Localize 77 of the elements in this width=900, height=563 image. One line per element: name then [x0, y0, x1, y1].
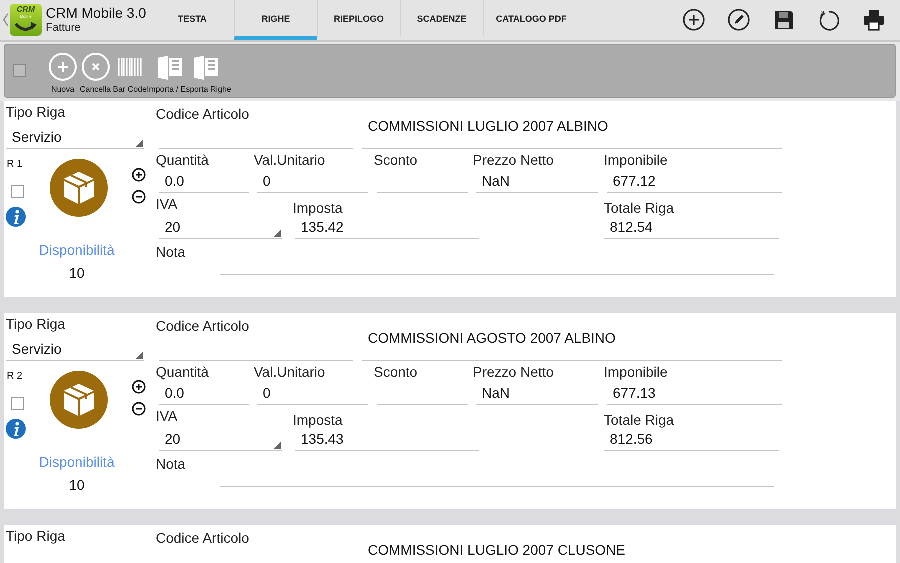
- field-label: Totale Riga: [604, 411, 676, 429]
- field-label: Quantità: [156, 363, 210, 381]
- checkbox[interactable]: [11, 185, 24, 198]
- plus-icon[interactable]: [132, 380, 146, 394]
- field-label: Imposta: [293, 411, 344, 429]
- input-field[interactable]: 135.43: [295, 429, 479, 451]
- input-field[interactable]: 0.0: [159, 381, 249, 405]
- input-field[interactable]: 0.0: [159, 169, 249, 193]
- field-label: Totale Riga: [604, 199, 676, 217]
- toolbar-button[interactable]: Importa / Esporta Righe: [146, 52, 232, 94]
- tab[interactable]: RIEPILOGO: [317, 0, 400, 40]
- add-icon[interactable]: [682, 8, 706, 32]
- field-label: Tipo Riga: [6, 315, 66, 333]
- input-field[interactable]: 0: [257, 169, 368, 193]
- input-field[interactable]: 812.54: [604, 217, 779, 239]
- logo-text: CRM: [16, 5, 36, 14]
- availability-value: 10: [68, 476, 86, 494]
- arrow-icon[interactable]: [14, 20, 38, 34]
- toolbar-button[interactable]: Bar Code: [113, 52, 147, 94]
- field-label: Imponibile: [604, 363, 669, 381]
- input-field[interactable]: 135.42: [295, 217, 479, 239]
- field-label: Codice Articolo: [156, 317, 250, 335]
- tab[interactable]: SCADENZE: [400, 0, 483, 40]
- field-label: IVA: [156, 407, 179, 425]
- input-field[interactable]: 677.13: [607, 381, 782, 405]
- field-label: Nota: [156, 455, 186, 473]
- field-label: Prezzo Netto: [473, 151, 555, 169]
- field-label: Prezzo Netto: [473, 363, 555, 381]
- undo-icon[interactable]: [817, 8, 841, 32]
- plus-icon[interactable]: [132, 168, 146, 182]
- info-icon[interactable]: [6, 419, 26, 439]
- back-icon[interactable]: [3, 13, 9, 27]
- print-icon[interactable]: [862, 8, 886, 32]
- dropdown[interactable]: 20: [159, 425, 282, 451]
- tab[interactable]: CATALOGO PDF: [483, 0, 579, 40]
- toolbar-button[interactable]: Cancella: [80, 52, 112, 94]
- input-field[interactable]: 677.12: [607, 169, 782, 193]
- field-label: Codice Articolo: [156, 105, 250, 123]
- input-field[interactable]: 0: [257, 381, 368, 405]
- field-label: Quantità: [156, 151, 210, 169]
- package-icon[interactable]: [50, 371, 108, 429]
- pencil-icon[interactable]: [727, 8, 751, 32]
- field-label: Sconto: [374, 363, 419, 381]
- field-label: Sconto: [374, 151, 419, 169]
- dropdown[interactable]: Servizio: [6, 123, 144, 149]
- minus-icon[interactable]: [132, 402, 146, 416]
- field-label: Codice Articolo: [156, 529, 250, 547]
- save-icon[interactable]: [772, 8, 796, 32]
- field-label: Imposta: [293, 199, 344, 217]
- dropdown[interactable]: Servizio: [6, 335, 144, 361]
- field-label: Imponibile: [604, 151, 669, 169]
- checkbox[interactable]: [11, 397, 24, 410]
- field-label: Tipo Riga: [6, 103, 66, 121]
- info-icon[interactable]: [6, 207, 26, 227]
- toolbar-button[interactable]: Nuova: [48, 52, 78, 94]
- field-label: IVA: [156, 195, 179, 213]
- tab[interactable]: TESTA: [151, 0, 234, 40]
- row-number: R 2: [7, 371, 23, 383]
- availability-value: 10: [68, 264, 86, 282]
- row-number: R 1: [7, 159, 23, 171]
- field-label: Nota: [156, 243, 186, 261]
- cancel-icon[interactable]: [80, 52, 111, 82]
- input-field[interactable]: COMMISSIONI LUGLIO 2007 ALBINO: [362, 113, 782, 149]
- input-field[interactable]: COMMISSIONI LUGLIO 2007 CLUSONE: [362, 537, 782, 563]
- app-subtitle: Fatture: [46, 22, 82, 35]
- input-field[interactable]: COMMISSIONI AGOSTO 2007 ALBINO: [362, 325, 782, 361]
- app-title: CRM Mobile 3.0: [46, 5, 148, 22]
- input-field[interactable]: 812.56: [604, 429, 779, 451]
- field-label: Val.Unitario: [254, 151, 326, 169]
- minus-icon[interactable]: [132, 190, 146, 204]
- input-field[interactable]: NaN: [476, 169, 598, 193]
- field-label: Tipo Riga: [6, 527, 66, 545]
- input-field[interactable]: NaN: [476, 381, 598, 405]
- checkbox[interactable]: [13, 64, 26, 77]
- field-label: Val.Unitario: [254, 363, 326, 381]
- dropdown[interactable]: 20: [159, 213, 282, 239]
- package-icon[interactable]: [50, 159, 108, 217]
